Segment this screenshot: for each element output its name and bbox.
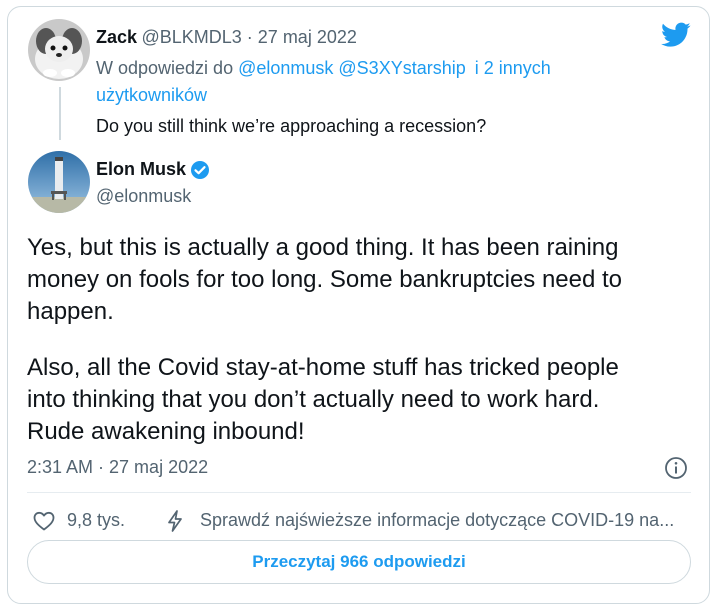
zack-avatar[interactable] bbox=[28, 19, 90, 81]
reply-author-name[interactable]: Zack bbox=[96, 27, 137, 47]
heart-icon bbox=[32, 509, 56, 533]
tweet-timestamp[interactable]: 2:31 AM · 27 maj 2022 bbox=[27, 454, 208, 481]
reply-users-link[interactable]: @elonmusk @S3XYstarship bbox=[238, 58, 466, 78]
reply-prefix: W odpowiedzi do bbox=[96, 58, 234, 78]
reply-context: W odpowiedzi do @elonmusk @S3XYstarship … bbox=[96, 55, 656, 109]
covid-info-text: Sprawdź najświeższe informacje dotyczące… bbox=[200, 510, 675, 530]
tweet-author-row: Elon Musk bbox=[96, 159, 210, 180]
verified-badge-icon bbox=[190, 160, 210, 180]
tweet-handle[interactable]: @elonmusk bbox=[96, 186, 191, 207]
read-replies-button[interactable]: Przeczytaj 966 odpowiedzi bbox=[27, 540, 691, 584]
lightning-icon bbox=[164, 509, 186, 533]
reply-author-row: Zack @BLKMDL3 · 27 maj 2022 bbox=[96, 27, 357, 48]
tweet-text-paragraph-1: Yes, but this is actually a good thing. … bbox=[27, 234, 623, 325]
divider bbox=[27, 492, 691, 493]
like-button[interactable]: 9,8 tys. bbox=[32, 507, 125, 534]
reply-others-link-cont[interactable]: użytkowników bbox=[96, 82, 656, 109]
tweet-author-name[interactable]: Elon Musk bbox=[96, 159, 186, 180]
info-icon[interactable] bbox=[664, 456, 688, 480]
tweet-text-paragraph-2: Also, all the Covid stay-at-home stuff h… bbox=[27, 354, 619, 445]
elon-avatar[interactable] bbox=[28, 151, 90, 213]
reply-others-link[interactable]: i 2 innych bbox=[475, 58, 551, 78]
like-count: 9,8 tys. bbox=[67, 510, 126, 530]
twitter-bird-icon[interactable] bbox=[661, 22, 691, 48]
covid-info-link[interactable]: Sprawdź najświeższe informacje dotyczące… bbox=[164, 507, 674, 534]
thread-connector-line bbox=[59, 87, 61, 140]
reply-text: Do you still think we’re approaching a r… bbox=[96, 116, 487, 136]
reply-handle-date[interactable]: @BLKMDL3 · 27 maj 2022 bbox=[141, 27, 356, 47]
